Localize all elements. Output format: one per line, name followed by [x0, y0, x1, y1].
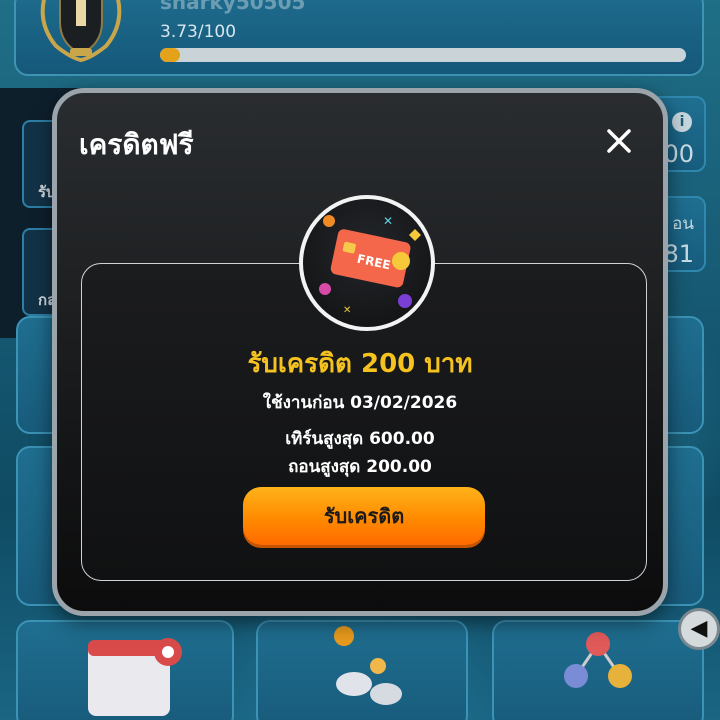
network-icon	[564, 632, 632, 688]
modal-title: เครดิตฟรี	[79, 128, 194, 161]
username: sharky50505	[160, 0, 306, 14]
promo-image: ✕ FREE ✕	[299, 195, 435, 331]
info-icon[interactable]: i	[672, 112, 692, 132]
referral-tile[interactable]	[492, 620, 704, 720]
triangle-left-icon[interactable]: ◀	[678, 608, 720, 650]
right-stat-value-2: 81	[663, 240, 694, 268]
right-stat-value-1: 00	[663, 140, 694, 168]
close-button[interactable]	[603, 125, 635, 157]
free-credit-modal: เครดิตฟรี ✕ FREE ✕ รับเครดิต 200 บาท ใช้…	[52, 88, 668, 616]
close-icon	[607, 129, 631, 153]
claim-credit-button[interactable]: รับเครดิต	[243, 487, 485, 545]
svg-text:✕: ✕	[383, 214, 393, 228]
level-text: 3.73/100	[160, 22, 237, 42]
calendar-tile[interactable]	[16, 620, 234, 720]
rewards-tile[interactable]	[256, 620, 468, 720]
calendar-icon	[88, 638, 182, 716]
level-progress-fill	[160, 48, 180, 62]
credit-amount-title: รับเครดิต 200 บาท	[247, 349, 473, 379]
level-progress-bar	[160, 48, 686, 62]
right-stat-label: อน	[672, 214, 694, 234]
coins-icon	[334, 626, 402, 705]
svg-text:✕: ✕	[343, 305, 351, 316]
free-credit-card-icon: ✕ FREE ✕	[319, 214, 421, 316]
expiry-date-text: ใช้งานก่อน 03/02/2026	[262, 393, 458, 413]
max-turnover-text: เทิร์นสูงสุด 600.00	[285, 429, 435, 449]
max-withdraw-text: ถอนสูงสุด 200.00	[288, 457, 432, 477]
rank-badge-icon	[26, 0, 136, 63]
